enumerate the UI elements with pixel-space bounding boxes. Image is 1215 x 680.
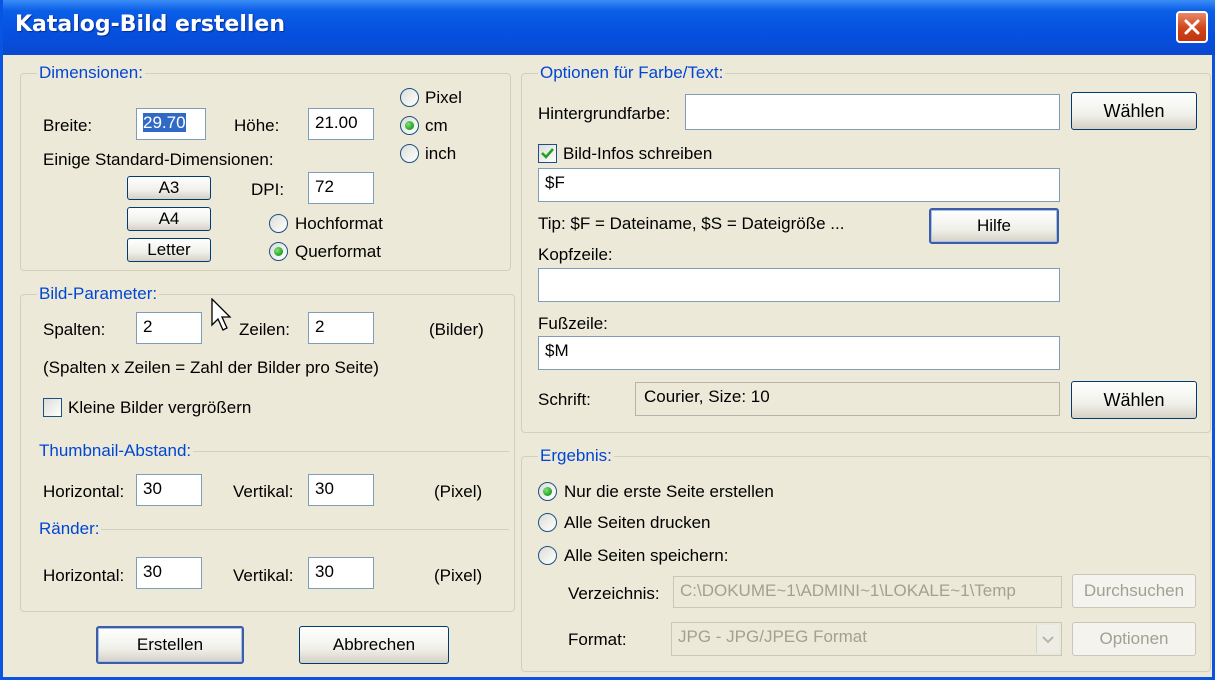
format-options-button[interactable]: Optionen [1072,622,1196,656]
rows-label: Zeilen: [239,320,291,339]
first-page-only-radio[interactable] [538,482,557,501]
create-button[interactable]: Erstellen [96,626,244,664]
unit-inch-label[interactable]: inch [425,144,456,164]
rows-input[interactable]: 2 [308,312,374,344]
directory-label: Verzeichnis: [568,584,660,603]
footer-label: Fußzeile: [538,314,608,333]
background-color-label: Hintergrundfarbe: [538,104,671,123]
background-color-choose-button[interactable]: Wählen [1071,92,1197,130]
spacing-vertical-input[interactable]: 30 [308,474,374,506]
font-display: Courier, Size: 10 [635,382,1060,416]
title-bar[interactable]: Katalog-Bild erstellen [3,0,1215,55]
format-label: Format: [568,630,627,649]
height-input[interactable]: 21.00 [308,108,374,140]
options-title: Optionen für Farbe/Text: [538,63,726,83]
unit-pixel-label[interactable]: Pixel [425,88,462,108]
dialog-window: Katalog-Bild erstellen Dimensionen: Brei… [0,0,1215,680]
height-label: Höhe: [234,116,280,135]
font-choose-button[interactable]: Wählen [1071,381,1197,419]
unit-inch-radio[interactable] [400,144,419,163]
print-all-pages-radio[interactable] [538,513,557,532]
portrait-radio[interactable] [269,214,288,233]
window-title: Katalog-Bild erstellen [15,12,286,37]
first-page-only-label[interactable]: Nur die erste Seite erstellen [564,482,774,502]
format-select[interactable]: JPG - JPG/JPEG Format [671,622,1062,656]
background-color-input[interactable] [685,94,1060,130]
columns-label: Spalten: [43,320,106,339]
print-all-pages-label[interactable]: Alle Seiten drucken [564,513,710,533]
browse-button[interactable]: Durchsuchen [1072,574,1196,608]
spacing-unit-label: (Pixel) [434,482,483,501]
cancel-button[interactable]: Abbrechen [299,626,449,664]
images-unit-label: (Bilder) [429,320,484,339]
columns-input[interactable]: 2 [136,312,202,344]
format-select-value: JPG - JPG/JPEG Format [678,627,867,646]
mouse-pointer-icon [211,298,232,331]
thumbnail-spacing-title: Thumbnail-Abstand: [37,441,194,461]
footer-input[interactable]: $M [538,336,1060,370]
unit-cm-radio[interactable] [400,116,419,135]
spacing-vertical-label: Vertikal: [233,482,294,501]
save-all-pages-radio[interactable] [538,546,557,565]
save-all-pages-label[interactable]: Alle Seiten speichern: [564,546,728,566]
header-label: Kopfzeile: [538,245,613,264]
letter-button[interactable]: Letter [127,238,211,262]
header-input[interactable] [538,268,1060,302]
spacing-horizontal-input[interactable]: 30 [136,474,202,506]
unit-pixel-radio[interactable] [400,88,419,107]
margins-title: Ränder: [37,519,102,539]
enlarge-small-images-checkbox[interactable] [43,398,62,417]
margins-vertical-input[interactable]: 30 [308,557,374,589]
margins-horizontal-input[interactable]: 30 [136,557,202,589]
chevron-down-icon [1042,636,1054,644]
portrait-label[interactable]: Hochformat [295,214,383,234]
dpi-label: DPI: [251,180,285,199]
checkmark-icon [541,148,554,159]
margins-unit-label: (Pixel) [434,566,483,585]
close-icon [1184,19,1200,35]
width-input[interactable]: 29.70 [136,108,206,140]
enlarge-small-images-label[interactable]: Kleine Bilder vergrößern [68,398,251,418]
tip-text: Tip: $F = Dateiname, $S = Dateigröße ... [538,214,845,233]
width-label: Breite: [43,116,93,135]
spacing-horizontal-label: Horizontal: [43,482,125,501]
margins-separator [37,529,509,530]
landscape-radio[interactable] [269,242,288,261]
help-button[interactable]: Hilfe [929,208,1059,244]
image-parameters-title: Bild-Parameter: [37,284,160,304]
write-image-info-label[interactable]: Bild-Infos schreiben [563,144,712,164]
landscape-label[interactable]: Querformat [295,242,381,262]
a4-button[interactable]: A4 [127,207,211,231]
format-dropdown-button[interactable] [1036,625,1059,653]
directory-input[interactable]: C:\DOKUME~1\ADMINI~1\LOKALE~1\Temp [673,576,1062,608]
image-info-input[interactable]: $F [538,168,1060,202]
standard-dimensions-label: Einige Standard-Dimensionen: [43,150,274,169]
dimensions-title: Dimensionen: [37,63,145,83]
font-label: Schrift: [538,390,591,409]
a3-button[interactable]: A3 [127,176,211,200]
unit-cm-label[interactable]: cm [425,116,448,136]
close-button[interactable] [1176,11,1208,43]
margins-horizontal-label: Horizontal: [43,566,125,585]
margins-vertical-label: Vertikal: [233,566,294,585]
images-per-page-note: (Spalten x Zeilen = Zahl der Bilder pro … [43,358,379,377]
width-value: 29.70 [143,113,186,132]
result-title: Ergebnis: [538,446,614,466]
write-image-info-checkbox[interactable] [538,144,557,163]
dpi-input[interactable]: 72 [308,172,374,204]
